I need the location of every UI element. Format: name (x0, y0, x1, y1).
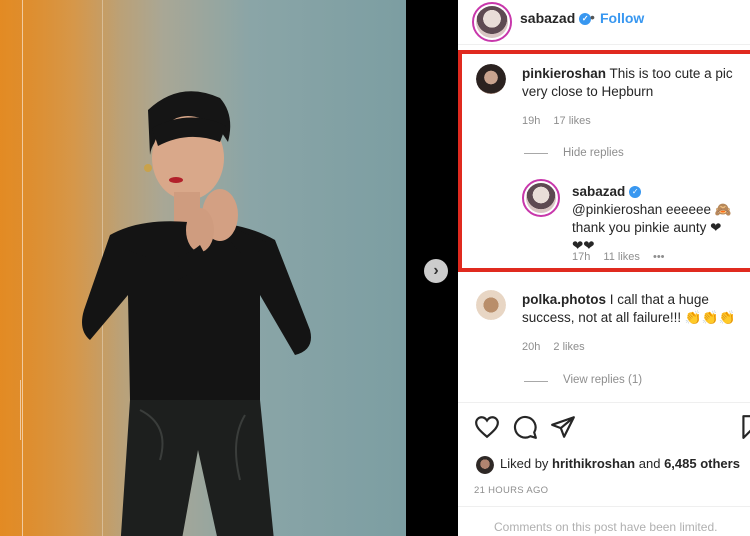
comment-meta: 20h 2 likes (522, 341, 595, 353)
share-icon[interactable] (550, 414, 576, 440)
comment-username[interactable]: polka.photos (522, 292, 606, 307)
author-username[interactable]: sabazad ✓ (520, 10, 592, 26)
divider (458, 44, 750, 45)
comment-text: polka.photos I call that a huge success,… (522, 292, 736, 325)
bookmark-icon[interactable] (738, 414, 750, 440)
post-photo[interactable] (0, 0, 406, 536)
post-timestamp[interactable]: 21 HOURS AGO (474, 485, 548, 496)
next-arrow-button[interactable]: › (424, 259, 448, 283)
heart-icon[interactable] (474, 414, 500, 440)
view-replies-button[interactable]: View replies (1) (563, 374, 642, 386)
comment-icon[interactable] (512, 414, 538, 440)
likes-count[interactable]: 6,485 others (664, 456, 740, 471)
liker-avatar[interactable] (476, 456, 494, 474)
liker-username[interactable]: hrithikroshan (552, 456, 635, 471)
comment-likes[interactable]: 2 likes (553, 341, 584, 353)
divider (458, 402, 750, 403)
liked-by-text: Liked by hrithikroshan and 6,485 others (500, 456, 740, 471)
author-avatar[interactable] (472, 2, 512, 42)
film-scratch (22, 0, 23, 536)
highlight-box (458, 50, 750, 272)
comments-limited-notice: Comments on this post have been limited. (494, 520, 718, 534)
divider (458, 506, 750, 507)
comment-time: 20h (522, 341, 541, 353)
separator-dot: • (590, 9, 595, 25)
replies-line (524, 381, 548, 382)
film-scratch (20, 380, 21, 440)
commenter-avatar[interactable] (476, 290, 506, 320)
woman-figure (82, 91, 311, 536)
follow-button[interactable]: Follow (600, 10, 644, 26)
